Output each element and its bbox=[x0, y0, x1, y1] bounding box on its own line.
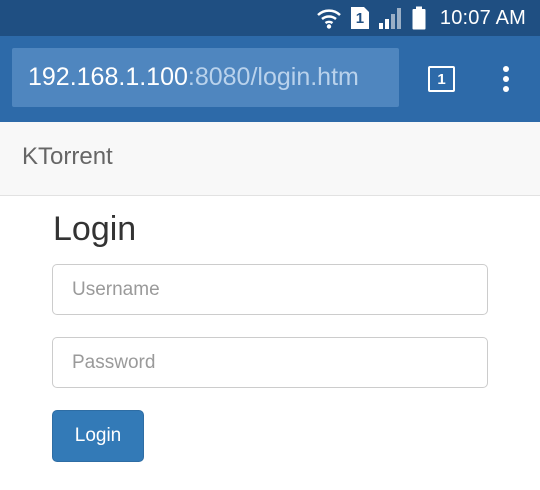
signal-icon bbox=[378, 6, 404, 30]
tab-count: 1 bbox=[437, 70, 446, 88]
username-input[interactable] bbox=[52, 264, 488, 315]
brand-link[interactable]: KTorrent bbox=[22, 143, 113, 171]
battery-icon bbox=[412, 6, 426, 30]
password-input[interactable] bbox=[52, 337, 488, 388]
sim-icon: 1 bbox=[350, 6, 370, 30]
clock: 10:07 AM bbox=[439, 6, 526, 29]
login-button[interactable]: Login bbox=[52, 410, 144, 462]
url-path: :8080/login.htm bbox=[187, 63, 359, 91]
status-bar: 1 10:07 AM bbox=[0, 0, 540, 36]
browser-toolbar: 192.168.1.100:8080/login.htm 1 bbox=[0, 36, 540, 122]
wifi-icon bbox=[316, 6, 342, 30]
url-host: 192.168.1.100 bbox=[28, 63, 188, 91]
tabs-icon[interactable]: 1 bbox=[428, 66, 455, 92]
sim-slot-number: 1 bbox=[355, 9, 365, 27]
page-title: Login bbox=[53, 210, 137, 248]
address-bar[interactable]: 192.168.1.100:8080/login.htm bbox=[12, 48, 399, 107]
overflow-menu-icon[interactable] bbox=[496, 64, 516, 94]
navbar: KTorrent bbox=[0, 122, 540, 196]
